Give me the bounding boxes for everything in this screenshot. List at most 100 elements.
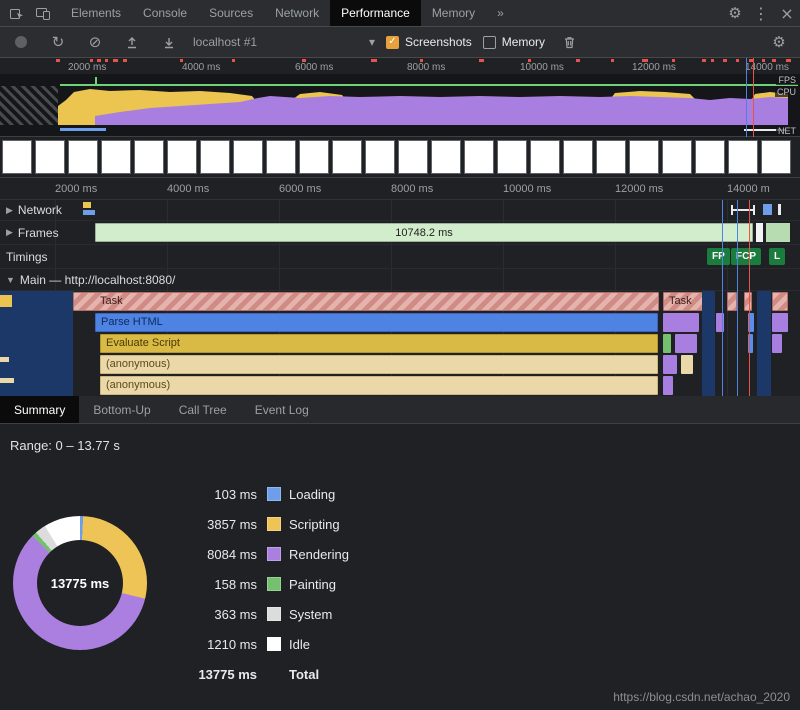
- settings-gear-icon[interactable]: ⚙: [722, 0, 748, 26]
- load-profile-icon[interactable]: [119, 29, 145, 55]
- reload-and-record-icon[interactable]: ↻: [45, 29, 71, 55]
- screenshot-thumbnail[interactable]: [68, 140, 98, 174]
- timings-track-header[interactable]: Timings: [6, 250, 48, 264]
- network-request-mark: [83, 210, 95, 215]
- timings-track: Timings FP FCP L: [0, 245, 800, 269]
- screenshot-thumbnail[interactable]: [167, 140, 197, 174]
- rendering-swatch: [267, 547, 281, 561]
- screenshot-thumbnail[interactable]: [728, 140, 758, 174]
- anonymous-bar-2[interactable]: (anonymous): [100, 376, 658, 395]
- tab-summary[interactable]: Summary: [0, 396, 79, 423]
- task-bar[interactable]: Task: [73, 292, 659, 311]
- main-thread-header[interactable]: ▼ Main — http://localhost:8080/: [6, 273, 175, 287]
- screenshot-thumbnail[interactable]: [464, 140, 494, 174]
- long-task-marker: [736, 59, 739, 62]
- long-task-marker: [786, 59, 791, 62]
- devtools-tab-bar: Elements Console Sources Network Perform…: [0, 0, 800, 27]
- screenshot-thumbnail[interactable]: [596, 140, 626, 174]
- frames-track-label: Frames: [18, 226, 59, 240]
- parse-html-bar[interactable]: Parse HTML: [95, 313, 658, 332]
- frame-segment: [756, 223, 763, 242]
- more-tabs-button[interactable]: »: [486, 0, 515, 26]
- legend-row-loading: 103 ms Loading: [185, 479, 349, 509]
- tab-bar-spacer: [515, 0, 722, 26]
- fcp-marker-line: [737, 200, 738, 396]
- network-request-mark: [778, 204, 781, 215]
- inspect-element-icon[interactable]: [4, 0, 30, 26]
- screenshot-thumbnail[interactable]: [365, 140, 395, 174]
- device-toolbar-icon[interactable]: [30, 0, 56, 26]
- garbage-collect-icon[interactable]: [556, 29, 582, 55]
- timeline-tick: 14000 m: [727, 183, 770, 195]
- tab-bottom-up[interactable]: Bottom-Up: [79, 396, 164, 423]
- tab-event-log[interactable]: Event Log: [241, 396, 323, 423]
- legend-value: 158 ms: [185, 577, 257, 592]
- close-devtools-icon[interactable]: ×: [774, 0, 800, 26]
- scripting-swatch: [267, 517, 281, 531]
- screenshot-thumbnail[interactable]: [497, 140, 527, 174]
- timeline-tick: 6000 ms: [279, 183, 321, 195]
- timeline-overview[interactable]: 2000 ms 4000 ms 6000 ms 8000 ms 10000 ms…: [0, 58, 800, 137]
- save-profile-icon[interactable]: [156, 29, 182, 55]
- fcp-marker-line: [746, 58, 747, 137]
- legend-value: 3857 ms: [185, 517, 257, 532]
- screenshot-thumbnail[interactable]: [629, 140, 659, 174]
- network-request-mark: [763, 204, 772, 215]
- capture-settings-gear-icon[interactable]: ⚙: [766, 29, 792, 55]
- kebab-menu-icon[interactable]: ⋮: [748, 0, 774, 26]
- tab-performance[interactable]: Performance: [330, 0, 421, 26]
- anonymous-bar[interactable]: (anonymous): [100, 355, 658, 374]
- evaluate-script-bar[interactable]: Evaluate Script: [100, 334, 658, 353]
- tab-call-tree[interactable]: Call Tree: [165, 396, 241, 423]
- long-task-marker: [711, 59, 714, 62]
- screenshot-thumbnail[interactable]: [695, 140, 725, 174]
- screenshot-thumbnail[interactable]: [398, 140, 428, 174]
- screenshot-thumbnail[interactable]: [200, 140, 230, 174]
- screenshot-thumbnail[interactable]: [134, 140, 164, 174]
- summary-donut-ring: 13775 ms: [13, 516, 147, 650]
- screenshot-thumbnail[interactable]: [35, 140, 65, 174]
- screenshot-thumbnail[interactable]: [233, 140, 263, 174]
- long-task-marker: [723, 59, 727, 62]
- legend-row-total: 13775 ms Total: [185, 659, 349, 689]
- overview-tick: 10000 ms: [520, 62, 564, 73]
- legend-row-idle: 1210 ms Idle: [185, 629, 349, 659]
- screenshot-thumbnail[interactable]: [761, 140, 791, 174]
- timeline-tick: 8000 ms: [391, 183, 433, 195]
- long-task-marker: [371, 59, 377, 62]
- tab-elements[interactable]: Elements: [60, 0, 132, 26]
- screenshot-thumbnail[interactable]: [431, 140, 461, 174]
- clear-recording-icon[interactable]: ⊘: [82, 29, 108, 55]
- screenshot-thumbnail[interactable]: [299, 140, 329, 174]
- screenshot-thumbnail[interactable]: [266, 140, 296, 174]
- network-track-header[interactable]: ▶ Network: [6, 203, 62, 217]
- render-segment: [772, 313, 788, 332]
- tab-memory[interactable]: Memory: [421, 0, 486, 26]
- tab-network[interactable]: Network: [264, 0, 330, 26]
- screenshot-thumbnail[interactable]: [101, 140, 131, 174]
- tab-console[interactable]: Console: [132, 0, 198, 26]
- overview-fps-track: FPS: [0, 74, 800, 86]
- legend-value: 1210 ms: [185, 637, 257, 652]
- memory-checkbox[interactable]: Memory: [483, 35, 545, 49]
- render-segment: [663, 355, 677, 374]
- history-select[interactable]: localhost #1 ▾: [193, 35, 375, 49]
- screenshot-thumbnail[interactable]: [530, 140, 560, 174]
- summary-donut-total: 13775 ms: [37, 540, 123, 626]
- system-swatch: [267, 607, 281, 621]
- screenshot-thumbnail[interactable]: [2, 140, 32, 174]
- memory-checkbox-box: [483, 36, 496, 49]
- screenshots-checkbox[interactable]: ✓ Screenshots: [386, 35, 472, 49]
- screenshot-thumbnail[interactable]: [563, 140, 593, 174]
- frames-track-header[interactable]: ▶ Frames: [6, 226, 59, 240]
- frame-duration-bar[interactable]: 10748.2 ms: [95, 223, 753, 242]
- idle-swatch: [267, 637, 281, 651]
- screenshot-thumbnail[interactable]: [332, 140, 362, 174]
- tab-sources[interactable]: Sources: [198, 0, 264, 26]
- long-task-marker: [672, 59, 675, 62]
- record-button[interactable]: [8, 29, 34, 55]
- legend-value: 103 ms: [185, 487, 257, 502]
- timeline-tracks: ▶ Network ▶ Frames 10748.2 ms Timings FP…: [0, 200, 800, 396]
- screenshot-thumbnail[interactable]: [662, 140, 692, 174]
- overview-ruler: 2000 ms 4000 ms 6000 ms 8000 ms 10000 ms…: [0, 58, 800, 74]
